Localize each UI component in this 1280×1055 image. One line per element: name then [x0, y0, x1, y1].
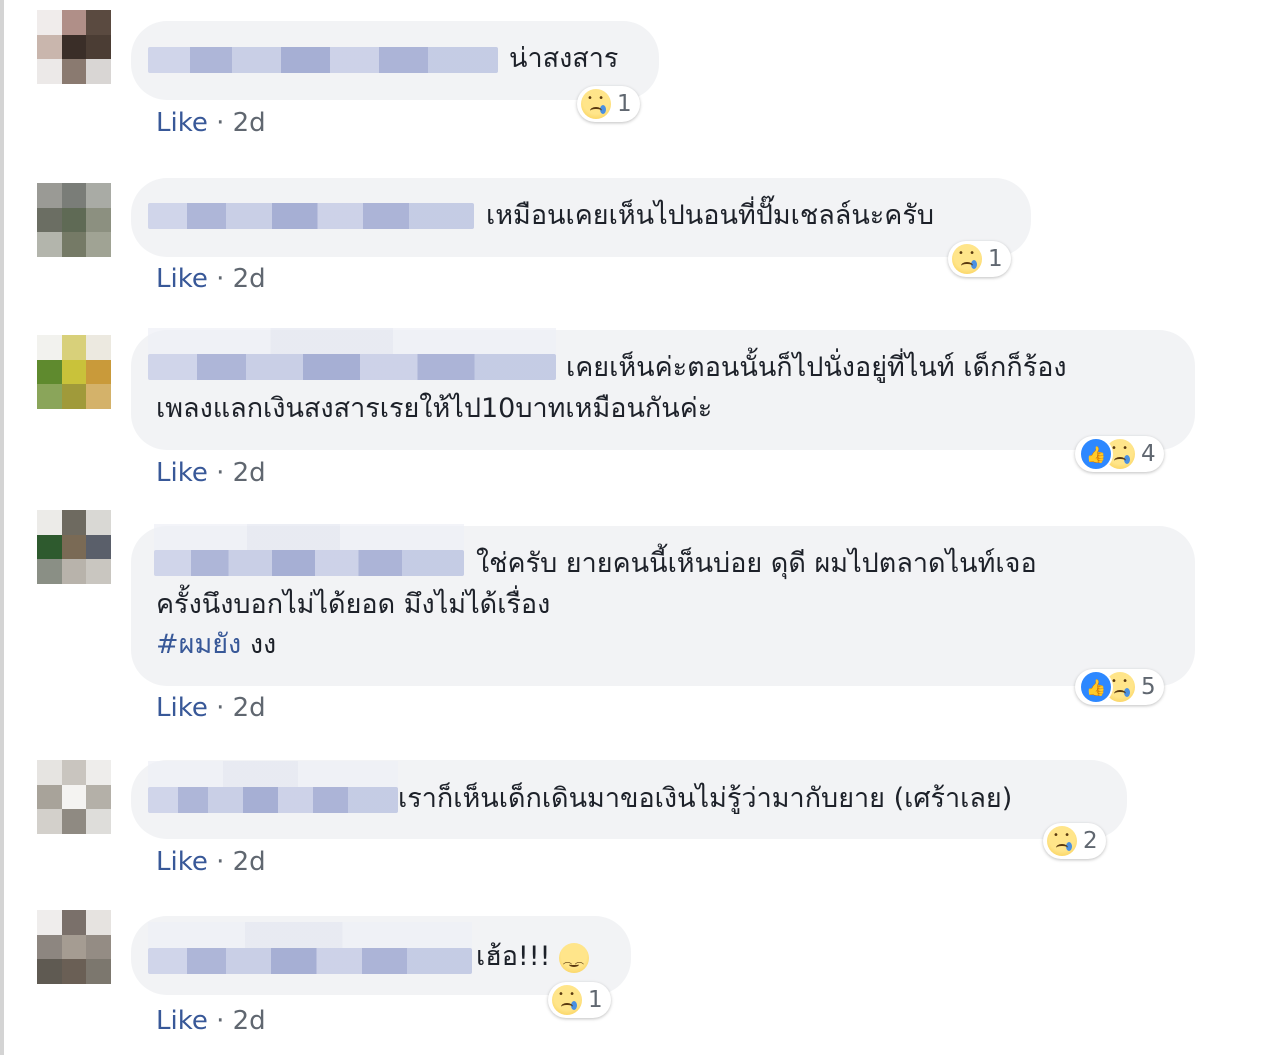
reaction-summary[interactable]: 👍 4 [1075, 436, 1164, 472]
like-link[interactable]: Like [156, 458, 208, 488]
comment-text: น่าสงสาร [509, 43, 619, 74]
like-link[interactable]: Like [156, 1006, 208, 1036]
like-reaction-icon: 👍 [1079, 670, 1113, 704]
comment-bubble: เฮ้อ!!! [131, 916, 631, 995]
comment-meta: Like · 2d [156, 458, 266, 488]
hashtag-trailing-text: งง [241, 629, 277, 660]
comment-bubble: เราก็เห็นเด็กเดินมาขอเงินไม่รู้ว่ามากับย… [131, 760, 1127, 839]
author-name-redacted[interactable] [148, 203, 474, 229]
comment-text: เหมือนเคยเห็นไปนอนที่ปั๊มเชลล์นะครับ [486, 200, 934, 231]
avatar[interactable] [37, 910, 111, 984]
avatar[interactable] [37, 10, 111, 84]
reaction-count: 4 [1141, 441, 1156, 467]
avatar[interactable] [37, 335, 111, 409]
reaction-summary[interactable]: 1 [948, 241, 1011, 277]
comment-meta: Like · 2d [156, 264, 266, 294]
sad-reaction-icon [952, 244, 982, 274]
reaction-summary[interactable]: 1 [548, 982, 611, 1018]
comment-text-content: เฮ้อ!!! [476, 941, 551, 972]
reaction-count: 2 [1083, 828, 1098, 854]
comment-meta: Like · 2d [156, 847, 266, 877]
comment-text-line: #ผมยัง งง [156, 625, 276, 665]
reaction-summary[interactable]: 👍 5 [1075, 669, 1164, 705]
like-link[interactable]: Like [156, 847, 208, 877]
avatar[interactable] [37, 183, 111, 257]
comment-text-line: เคยเห็นค่ะตอนนั้นก็ไปนั่งอยู่ที่ไนท์ เด็… [566, 352, 1067, 383]
separator: · [207, 847, 233, 877]
comment-bubble: เคยเห็นค่ะตอนนั้นก็ไปนั่งอยู่ที่ไนท์ เด็… [131, 328, 1195, 450]
separator: · [207, 693, 233, 723]
comment-meta: Like · 2d [156, 1006, 266, 1036]
separator: · [207, 1006, 233, 1036]
author-name-redacted[interactable] [154, 524, 464, 576]
comment-time[interactable]: 2d [233, 108, 266, 138]
comment-bubble: เหมือนเคยเห็นไปนอนที่ปั๊มเชลล์นะครับ [131, 178, 1031, 257]
like-link[interactable]: Like [156, 264, 208, 294]
sad-reaction-icon [552, 985, 582, 1015]
reaction-count: 5 [1141, 674, 1156, 700]
avatar[interactable] [37, 760, 111, 834]
reaction-count: 1 [617, 91, 632, 117]
author-name-redacted[interactable] [148, 328, 556, 380]
comment-bubble: ใช่ครับ ยายคนนี้เห็นบ่อย ดุดี ผมไปตลาดไน… [131, 524, 1195, 686]
like-reaction-icon: 👍 [1079, 437, 1113, 471]
reaction-count: 1 [588, 987, 603, 1013]
author-name-redacted[interactable] [148, 47, 498, 73]
like-link[interactable]: Like [156, 693, 208, 723]
comment-text-line: ครั้งนึงบอกไม่ได้ยอด มึงไม่ได้เรื่อง [156, 589, 551, 620]
comment-text: เฮ้อ!!! [476, 937, 589, 988]
relieved-face-icon [559, 942, 589, 988]
comment-time[interactable]: 2d [233, 458, 266, 488]
comment-bubble: น่าสงสาร [131, 21, 659, 100]
comment-time[interactable]: 2d [233, 693, 266, 723]
comment-meta: Like · 2d [156, 693, 266, 723]
comment-meta: Like · 2d [156, 108, 266, 138]
reaction-summary[interactable]: 1 [577, 86, 640, 122]
comment-text: เราก็เห็นเด็กเดินมาขอเงินไม่รู้ว่ามากับย… [398, 783, 1013, 814]
comment-text-line: เพลงแลกเงินสงสารเรยให้ไป10บาทเหมือนกันค่… [156, 393, 713, 424]
author-name-redacted[interactable] [148, 922, 472, 974]
hashtag-link[interactable]: #ผมยัง [156, 629, 241, 660]
left-edge-border [0, 0, 4, 1055]
reaction-count: 1 [988, 246, 1003, 272]
comment-time[interactable]: 2d [233, 264, 266, 294]
sad-reaction-icon [581, 89, 611, 119]
author-name-redacted[interactable] [148, 761, 398, 813]
separator: · [207, 108, 233, 138]
sad-reaction-icon [1047, 826, 1077, 856]
reaction-summary[interactable]: 2 [1043, 823, 1106, 859]
comment-time[interactable]: 2d [233, 847, 266, 877]
avatar[interactable] [37, 510, 111, 584]
like-link[interactable]: Like [156, 108, 208, 138]
comment-time[interactable]: 2d [233, 1006, 266, 1036]
comment-text-line: ใช่ครับ ยายคนนี้เห็นบ่อย ดุดี ผมไปตลาดไน… [476, 548, 1037, 579]
separator: · [207, 264, 233, 294]
separator: · [207, 458, 233, 488]
